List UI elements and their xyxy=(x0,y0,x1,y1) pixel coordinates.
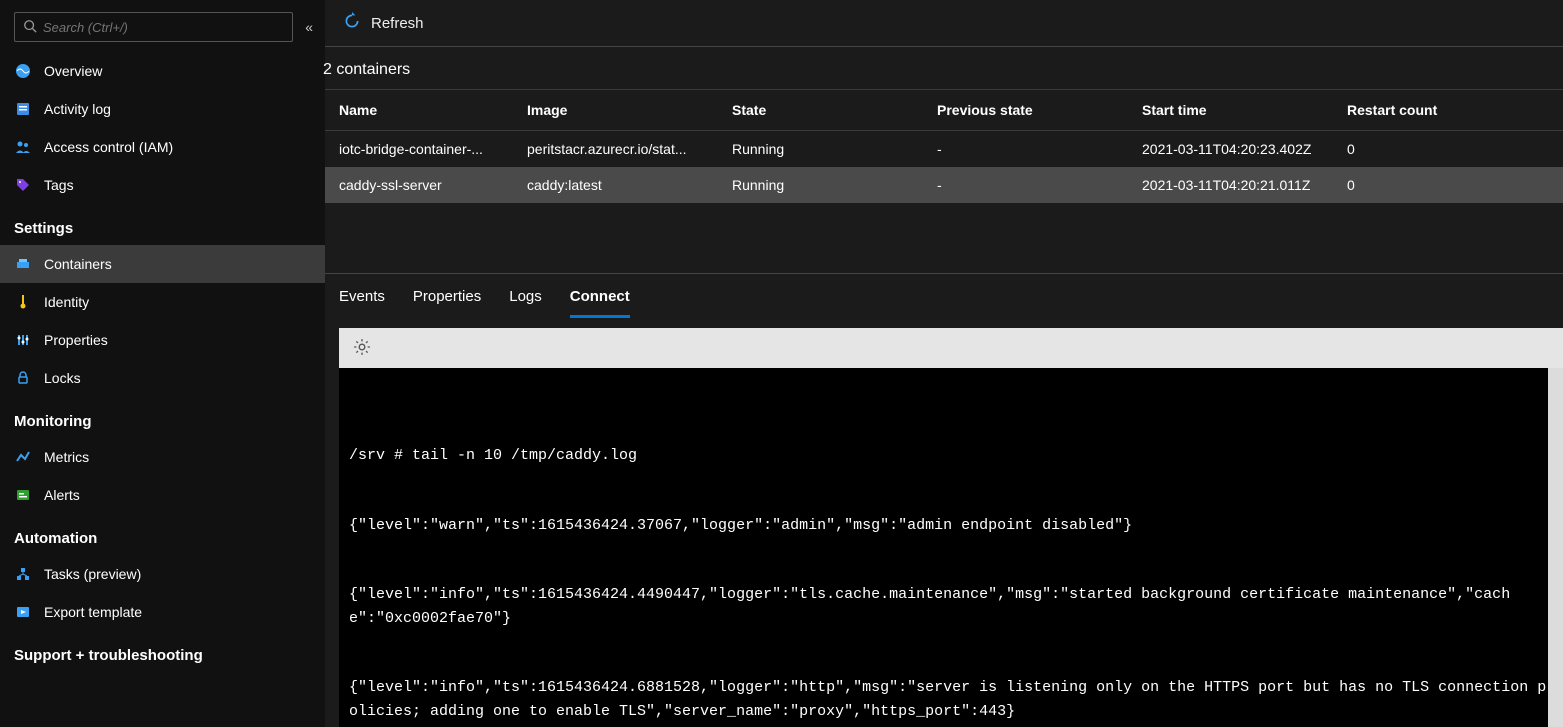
detail-tabs: Events Properties Logs Connect xyxy=(325,273,1563,318)
sidebar-item-label: Alerts xyxy=(44,487,80,503)
sidebar-item-label: Identity xyxy=(44,294,89,310)
cell-name: iotc-bridge-container-... xyxy=(325,131,515,168)
col-start-time[interactable]: Start time xyxy=(1130,90,1335,131)
section-header-settings: Settings xyxy=(0,204,325,245)
cell-restart: 0 xyxy=(1335,131,1563,168)
sidebar-item-label: Locks xyxy=(44,370,81,386)
containers-icon xyxy=(14,255,32,273)
sidebar-item-activity-log[interactable]: Activity log xyxy=(0,90,325,128)
tab-properties[interactable]: Properties xyxy=(413,274,481,318)
sidebar-item-label: Access control (IAM) xyxy=(44,139,173,155)
gear-icon[interactable] xyxy=(353,338,371,359)
sidebar-item-locks[interactable]: Locks xyxy=(0,359,325,397)
sidebar-item-export-template[interactable]: Export template xyxy=(0,593,325,631)
cell-start: 2021-03-11T04:20:21.011Z xyxy=(1130,167,1335,203)
sidebar-item-label: Tags xyxy=(44,177,74,193)
cell-image: caddy:latest xyxy=(515,167,720,203)
table-row[interactable]: iotc-bridge-container-... peritstacr.azu… xyxy=(325,131,1563,168)
sidebar-item-label: Tasks (preview) xyxy=(44,566,141,582)
sidebar-item-label: Activity log xyxy=(44,101,111,117)
lock-icon xyxy=(14,369,32,387)
terminal-scrollbar[interactable] xyxy=(1548,368,1563,727)
col-state[interactable]: State xyxy=(720,90,925,131)
sidebar-item-label: Containers xyxy=(44,256,112,272)
cell-state: Running xyxy=(720,167,925,203)
terminal-line: {"level":"warn","ts":1615436424.37067,"l… xyxy=(349,514,1553,537)
col-restart-count[interactable]: Restart count xyxy=(1335,90,1563,131)
tab-logs[interactable]: Logs xyxy=(509,274,542,318)
sidebar-item-identity[interactable]: Identity xyxy=(0,283,325,321)
table-row[interactable]: caddy-ssl-server caddy:latest Running - … xyxy=(325,167,1563,203)
tasks-icon xyxy=(14,565,32,583)
sidebar-item-tasks[interactable]: Tasks (preview) xyxy=(0,555,325,593)
cell-state: Running xyxy=(720,131,925,168)
terminal-line: /srv # tail -n 10 /tmp/caddy.log xyxy=(349,444,1553,467)
people-icon xyxy=(14,138,32,156)
export-template-icon xyxy=(14,603,32,621)
containers-count: 2 containers xyxy=(323,47,1563,89)
metrics-icon xyxy=(14,448,32,466)
col-image[interactable]: Image xyxy=(515,90,720,131)
search-row: « xyxy=(0,12,325,52)
cell-start: 2021-03-11T04:20:23.402Z xyxy=(1130,131,1335,168)
tab-events[interactable]: Events xyxy=(339,274,385,318)
search-icon xyxy=(23,19,43,36)
tags-icon xyxy=(14,176,32,194)
cell-prev: - xyxy=(925,131,1130,168)
cell-restart: 0 xyxy=(1335,167,1563,203)
sidebar-item-metrics[interactable]: Metrics xyxy=(0,438,325,476)
globe-icon xyxy=(14,62,32,80)
terminal[interactable]: /srv # tail -n 10 /tmp/caddy.log {"level… xyxy=(339,368,1563,727)
refresh-button[interactable]: Refresh xyxy=(343,12,424,34)
sidebar-item-label: Overview xyxy=(44,63,102,79)
terminal-toolbar xyxy=(339,328,1563,368)
section-header-support: Support + troubleshooting xyxy=(0,631,325,672)
collapse-sidebar-button[interactable]: « xyxy=(305,19,313,35)
search-box[interactable] xyxy=(14,12,293,42)
col-previous-state[interactable]: Previous state xyxy=(925,90,1130,131)
refresh-icon xyxy=(343,12,371,34)
main-panel: Refresh 2 containers Name Image State Pr… xyxy=(325,0,1563,727)
cell-name: caddy-ssl-server xyxy=(325,167,515,203)
terminal-line: {"level":"info","ts":1615436424.4490447,… xyxy=(349,583,1553,630)
sidebar-item-overview[interactable]: Overview xyxy=(0,52,325,90)
properties-icon xyxy=(14,331,32,349)
containers-table: Name Image State Previous state Start ti… xyxy=(325,89,1563,203)
sidebar-item-label: Metrics xyxy=(44,449,89,465)
refresh-label: Refresh xyxy=(371,15,424,32)
table-header-row: Name Image State Previous state Start ti… xyxy=(325,90,1563,131)
activity-log-icon xyxy=(14,100,32,118)
terminal-line: {"level":"info","ts":1615436424.6881528,… xyxy=(349,676,1553,723)
sidebar-item-properties[interactable]: Properties xyxy=(0,321,325,359)
sidebar-item-tags[interactable]: Tags xyxy=(0,166,325,204)
sidebar-item-containers[interactable]: Containers xyxy=(0,245,325,283)
cell-prev: - xyxy=(925,167,1130,203)
cell-image: peritstacr.azurecr.io/stat... xyxy=(515,131,720,168)
identity-icon xyxy=(14,293,32,311)
sidebar-item-access-control[interactable]: Access control (IAM) xyxy=(0,128,325,166)
sidebar-item-alerts[interactable]: Alerts xyxy=(0,476,325,514)
section-header-automation: Automation xyxy=(0,514,325,555)
alerts-icon xyxy=(14,486,32,504)
section-header-monitoring: Monitoring xyxy=(0,397,325,438)
sidebar-item-label: Export template xyxy=(44,604,142,620)
col-name[interactable]: Name xyxy=(325,90,515,131)
sidebar: « Overview Activity log Access control (… xyxy=(0,0,325,727)
search-input[interactable] xyxy=(43,20,284,35)
tab-connect[interactable]: Connect xyxy=(570,274,630,318)
toolbar: Refresh xyxy=(325,0,1563,47)
sidebar-item-label: Properties xyxy=(44,332,108,348)
